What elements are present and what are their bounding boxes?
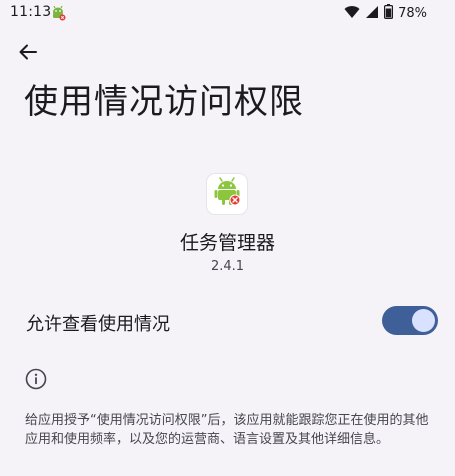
status-time: 11:13 [10,4,52,20]
permission-toggle-row[interactable]: 允许查看使用情况 [0,300,455,344]
permission-toggle-label: 允许查看使用情况 [26,314,170,335]
app-name: 任务管理器 [179,232,275,254]
back-button[interactable] [12,38,44,70]
usage-access-switch[interactable] [382,306,438,335]
status-indicators: 78% [344,3,427,23]
cellular-signal-icon [365,4,379,23]
wifi-icon [344,4,360,23]
android-robot-icon [212,177,242,211]
arrow-back-icon [18,42,38,66]
battery-percent: 78% [398,5,427,21]
app-version: 2.4.1 [210,259,245,274]
android-notification-icon [50,5,66,21]
switch-thumb [412,309,435,332]
permission-description: 给应用授予“使用情况访问权限”后，该应用就能跟踪您正在使用的其他应用和使用频率，… [25,413,429,447]
status-bar: 11:13 78% [0,0,455,26]
info-icon [25,368,47,390]
page-title: 使用情况访问权限 [24,82,304,122]
battery-icon [384,3,394,23]
app-icon [207,174,247,214]
